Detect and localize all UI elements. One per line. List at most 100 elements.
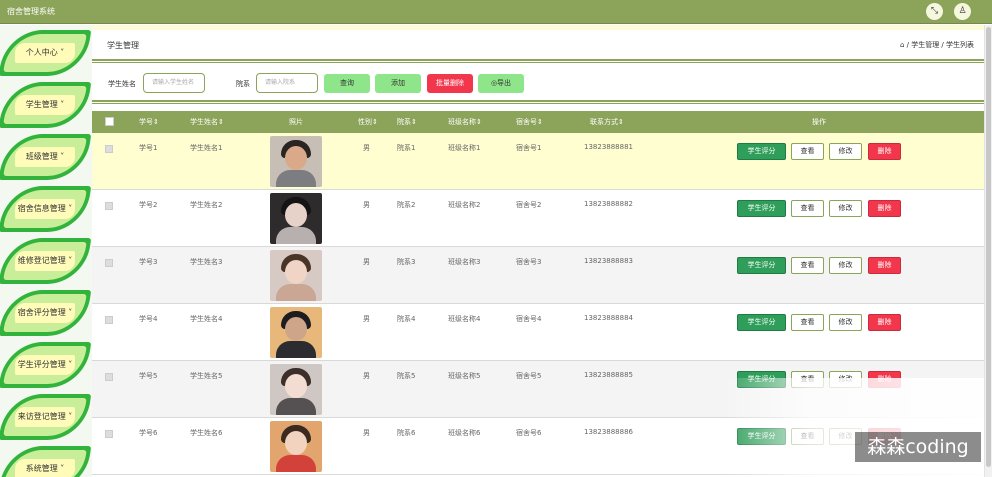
sidebar-item[interactable]: 学生评分管理 ˅ bbox=[0, 342, 92, 388]
cell-phone: 13823888883 bbox=[584, 257, 633, 265]
sidebar-item-label: 学生管理 ˅ bbox=[25, 100, 65, 109]
cell-class: 班级名称5 bbox=[448, 372, 481, 380]
cell-gender: 男 bbox=[363, 201, 370, 209]
app-title: 宿舍管理系统 bbox=[7, 7, 55, 16]
cell-id: 学号3 bbox=[139, 258, 158, 266]
batch-delete-button[interactable]: 批量删除 bbox=[427, 74, 473, 93]
cell-name: 学生姓名2 bbox=[190, 201, 223, 209]
cell-phone: 13823888886 bbox=[584, 428, 633, 436]
fade-overlay bbox=[720, 378, 984, 477]
row-checkbox[interactable] bbox=[105, 259, 113, 267]
delete-button[interactable]: 删除 bbox=[868, 200, 901, 217]
sidebar-item[interactable]: 个人中心 ˅ bbox=[0, 30, 92, 76]
dept-label: 院系 bbox=[236, 80, 250, 88]
cell-name: 学生姓名5 bbox=[190, 372, 223, 380]
sidebar-item-label: 维修登记管理 ˅ bbox=[17, 256, 73, 265]
sidebar-item[interactable]: 来访登记管理 ˅ bbox=[0, 394, 92, 440]
photo-face bbox=[285, 260, 307, 284]
cell-phone: 13823888884 bbox=[584, 314, 633, 322]
table-row[interactable]: 学号4 学生姓名4 男 院系4 班级名称4 宿舍号4 13823888884 学生评分 查看 修改… bbox=[92, 304, 984, 361]
header-class[interactable]: 班级名称⇕ bbox=[448, 117, 482, 127]
table-row[interactable]: 学号1 学生姓名1 男 院系1 班级名称1 宿舍号1 13823888881 学生评分 查看 修改… bbox=[92, 133, 984, 190]
view-button[interactable]: 查看 bbox=[791, 143, 824, 160]
cell-class: 班级名称4 bbox=[448, 315, 481, 323]
header-dept[interactable]: 院系⇕ bbox=[397, 117, 417, 127]
photo-body bbox=[276, 284, 316, 301]
sidebar-item[interactable]: 系统管理 ˅ bbox=[0, 446, 92, 477]
edit-button[interactable]: 修改 bbox=[829, 143, 862, 160]
cell-class: 班级名称2 bbox=[448, 201, 481, 209]
student-photo bbox=[270, 193, 322, 244]
score-button[interactable]: 学生评分 bbox=[737, 314, 786, 331]
fullscreen-icon[interactable]: ⤡ bbox=[926, 3, 943, 20]
cell-class: 班级名称1 bbox=[448, 144, 481, 152]
sidebar: 个人中心 ˅ 学生管理 ˅ 班级管理 ˅ 宿舍信息管理 ˅ 维修登记管理 ˅ 宿舍评分管理… bbox=[0, 25, 92, 477]
page-scrollbar[interactable] bbox=[984, 25, 992, 477]
photo-face bbox=[285, 146, 307, 170]
export-button[interactable]: ◎导出 bbox=[478, 74, 524, 93]
photo-body bbox=[276, 455, 316, 472]
cell-id: 学号2 bbox=[139, 201, 158, 209]
divider bbox=[92, 100, 984, 104]
cell-id: 学号6 bbox=[139, 429, 158, 437]
sidebar-item[interactable]: 宿舍信息管理 ˅ bbox=[0, 186, 92, 232]
header-phone[interactable]: 联系方式⇕ bbox=[590, 117, 624, 127]
add-button[interactable]: 添加 bbox=[375, 74, 421, 93]
cell-dept: 院系4 bbox=[397, 315, 416, 323]
cell-name: 学生姓名6 bbox=[190, 429, 223, 437]
cell-dorm: 宿舍号4 bbox=[516, 315, 542, 323]
header-gender[interactable]: 性别⇕ bbox=[358, 117, 378, 127]
row-checkbox[interactable] bbox=[105, 430, 113, 438]
score-button[interactable]: 学生评分 bbox=[737, 257, 786, 274]
table-row[interactable]: 学号2 学生姓名2 男 院系2 班级名称2 宿舍号2 13823888882 学生评分 查看 修改… bbox=[92, 190, 984, 247]
sidebar-item[interactable]: 宿舍评分管理 ˅ bbox=[0, 290, 92, 336]
row-checkbox[interactable] bbox=[105, 202, 113, 210]
scrollbar-thumb[interactable] bbox=[986, 27, 991, 467]
cell-dorm: 宿舍号5 bbox=[516, 372, 542, 380]
edit-button[interactable]: 修改 bbox=[829, 314, 862, 331]
row-checkbox[interactable] bbox=[105, 316, 113, 324]
breadcrumb[interactable]: ⌂ / 学生管理 / 学生列表 bbox=[900, 40, 974, 50]
select-all-checkbox[interactable] bbox=[105, 117, 114, 126]
header-name[interactable]: 学生姓名⇕ bbox=[190, 117, 224, 127]
cell-id: 学号4 bbox=[139, 315, 158, 323]
query-button[interactable]: 查询 bbox=[324, 74, 370, 93]
header-id[interactable]: 学号⇕ bbox=[139, 117, 159, 127]
view-button[interactable]: 查看 bbox=[791, 257, 824, 274]
row-checkbox[interactable] bbox=[105, 373, 113, 381]
row-checkbox[interactable] bbox=[105, 145, 113, 153]
sidebar-item-label: 个人中心 ˅ bbox=[25, 48, 65, 57]
view-button[interactable]: 查看 bbox=[791, 314, 824, 331]
cell-dorm: 宿舍号1 bbox=[516, 144, 542, 152]
sidebar-item[interactable]: 班级管理 ˅ bbox=[0, 134, 92, 180]
table-header: 学号⇕ 学生姓名⇕ 照片 性别⇕ 院系⇕ 班级名称⇕ 宿舍号⇕ 联系方式⇕ 操作 bbox=[92, 111, 984, 133]
delete-button[interactable]: 删除 bbox=[868, 257, 901, 274]
dept-search-input[interactable]: 请输入院系 bbox=[256, 73, 318, 93]
watermark: 森森coding bbox=[855, 432, 981, 462]
divider bbox=[92, 59, 984, 63]
header-dorm[interactable]: 宿舍号⇕ bbox=[516, 117, 543, 127]
delete-button[interactable]: 删除 bbox=[868, 314, 901, 331]
cell-gender: 男 bbox=[363, 429, 370, 437]
sidebar-item-label: 系统管理 ˅ bbox=[25, 464, 65, 473]
header-actions: 操作 bbox=[812, 118, 826, 126]
edit-button[interactable]: 修改 bbox=[829, 257, 862, 274]
edit-button[interactable]: 修改 bbox=[829, 200, 862, 217]
name-search-input[interactable]: 请输入学生姓名 bbox=[143, 73, 205, 93]
cell-name: 学生姓名4 bbox=[190, 315, 223, 323]
cell-gender: 男 bbox=[363, 372, 370, 380]
sidebar-item[interactable]: 维修登记管理 ˅ bbox=[0, 238, 92, 284]
sidebar-item-label: 班级管理 ˅ bbox=[25, 152, 65, 161]
table-row[interactable]: 学号3 学生姓名3 男 院系3 班级名称3 宿舍号3 13823888883 学生评分 查看 修改… bbox=[92, 247, 984, 304]
delete-button[interactable]: 删除 bbox=[868, 143, 901, 160]
score-button[interactable]: 学生评分 bbox=[737, 200, 786, 217]
cell-dept: 院系3 bbox=[397, 258, 416, 266]
user-icon[interactable]: ♙ bbox=[954, 3, 971, 20]
score-button[interactable]: 学生评分 bbox=[737, 143, 786, 160]
cell-dept: 院系1 bbox=[397, 144, 416, 152]
cell-dorm: 宿舍号3 bbox=[516, 258, 542, 266]
cell-name: 学生姓名1 bbox=[190, 144, 223, 152]
sidebar-item[interactable]: 学生管理 ˅ bbox=[0, 82, 92, 128]
photo-face bbox=[285, 431, 307, 455]
view-button[interactable]: 查看 bbox=[791, 200, 824, 217]
